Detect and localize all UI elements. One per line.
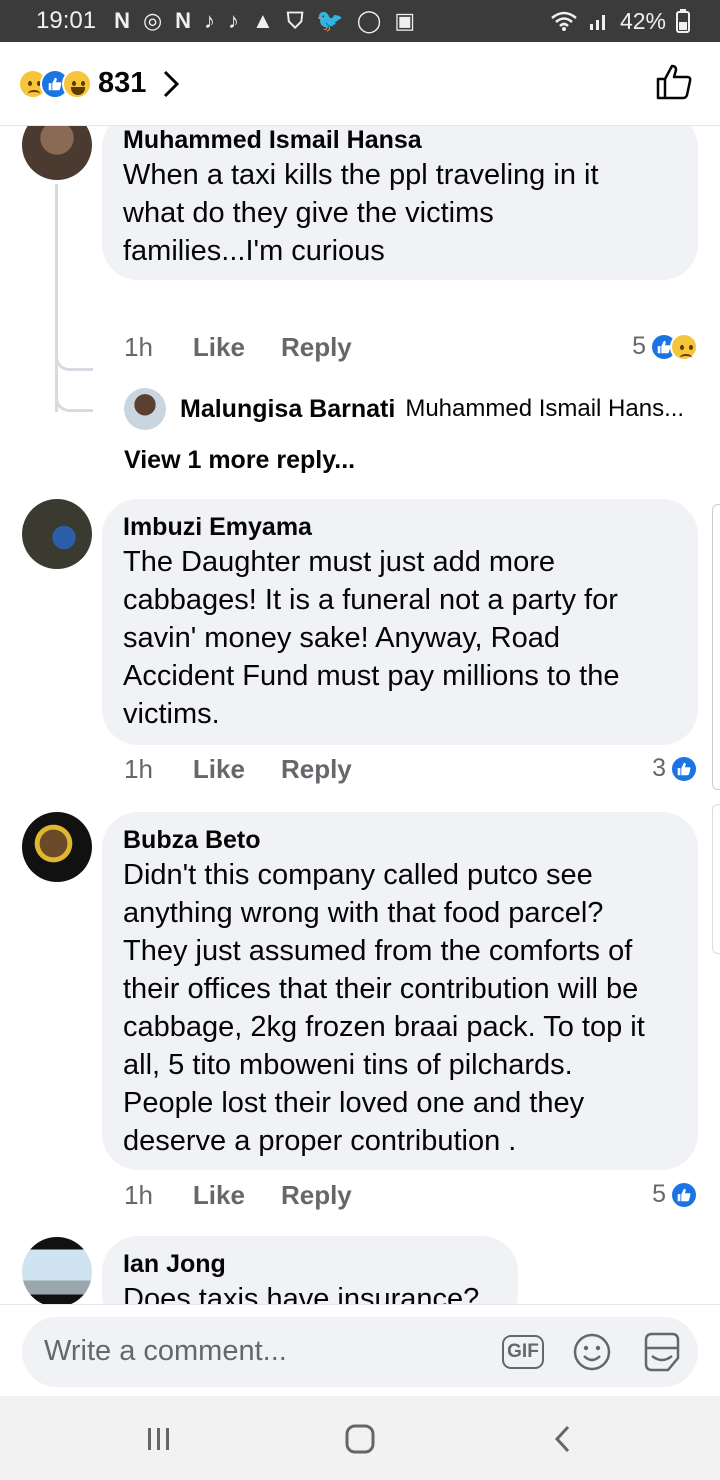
comment-placeholder: Write a comment... (44, 1335, 287, 1367)
back-icon[interactable] (546, 1422, 580, 1456)
signal-icon (589, 15, 605, 30)
like-emoji-icon (670, 1180, 698, 1209)
scrollbar[interactable] (712, 804, 720, 954)
comment-text-line: Does taxis have insurance? (123, 1283, 480, 1304)
avatar[interactable] (124, 388, 166, 430)
status-right: 42% (550, 8, 690, 35)
avatar[interactable] (22, 499, 92, 569)
comment-bubble[interactable]: Ian Jong Does taxis have insurance? (102, 1236, 518, 1304)
comment-text-line: People lost their loved one and they (123, 1087, 585, 1119)
status-bar: 19:01 N ◎ N ♪ ♪ ▲ ⛉ 🐦 ◯ ▣ 42% (0, 0, 720, 42)
notification-icon: ◯ (356, 8, 383, 33)
comment-text-line: their offices that their contribution wi… (123, 973, 639, 1005)
reaction-count: 5 (652, 1180, 666, 1208)
comment-composer: Write a comment... GIF (0, 1304, 720, 1396)
comment-actions: 1h Like Reply (124, 332, 352, 363)
comment-author[interactable]: Bubza Beto (123, 824, 676, 856)
reactions-header[interactable]: 831 (0, 42, 720, 126)
wifi-icon (551, 11, 577, 31)
comment-reactions[interactable]: 5 (632, 332, 698, 361)
reaction-icons (18, 68, 92, 99)
comment-text-line: victims. (123, 698, 220, 730)
reply-author[interactable]: Malungisa Barnati (180, 395, 395, 424)
thread-branch (55, 376, 93, 412)
comment-author[interactable]: Muhammed Ismail Hansa (123, 126, 676, 156)
like-outline-icon[interactable] (654, 62, 694, 102)
comment-text-line: cabbages! It is a funeral not a party fo… (123, 584, 618, 616)
notification-icon: N (175, 8, 193, 33)
reaction-count: 5 (632, 332, 646, 360)
comment-author[interactable]: Imbuzi Emyama (123, 511, 676, 543)
reply-text: Muhammed Ismail Hans... (405, 395, 685, 422)
comment-time: 1h (124, 754, 153, 784)
haha-emoji-icon (62, 68, 92, 99)
like-button[interactable]: Like (193, 754, 245, 785)
comment-text-line: all, 5 tito mboweni tins of pilchards. (123, 1049, 573, 1081)
comment-input[interactable]: Write a comment... GIF (22, 1317, 698, 1387)
notification-icon: ♪ (204, 8, 217, 33)
comment-text-line: The Daughter must just add more (123, 546, 555, 578)
like-button[interactable]: Like (193, 1180, 245, 1211)
reply-button[interactable]: Reply (281, 754, 352, 785)
avatar[interactable] (22, 812, 92, 882)
comment-bubble[interactable]: Imbuzi Emyama The Daughter must just add… (102, 499, 698, 745)
chevron-right-icon[interactable] (160, 69, 182, 99)
emoji-icon[interactable] (572, 1332, 612, 1372)
comment-text-line: savin' money sake! Anyway, Road (123, 622, 560, 654)
notification-icon: ⛉ (286, 8, 305, 33)
comment-text-line: what do they give the victims (123, 197, 494, 229)
reply-button[interactable]: Reply (281, 332, 352, 363)
scrollbar[interactable] (712, 504, 720, 790)
reaction-count: 831 (98, 67, 147, 99)
comment-reactions[interactable]: 3 (652, 754, 698, 783)
comment-time: 1h (124, 332, 153, 362)
notification-icon: ♪ (228, 8, 241, 33)
notification-icons: N ◎ N ♪ ♪ ▲ ⛉ 🐦 ◯ ▣ (114, 8, 416, 34)
comment-text-line: When a taxi kills the ppl traveling in i… (123, 159, 599, 191)
sticker-icon[interactable] (640, 1330, 684, 1374)
view-more-replies[interactable]: View 1 more reply... (124, 446, 355, 475)
recent-apps-icon[interactable] (142, 1422, 176, 1456)
comment-text-line: They just assumed from the comforts of (123, 935, 633, 967)
like-button[interactable]: Like (193, 332, 245, 363)
comment-text-line: cabbage, 2kg frozen braai pack. To top i… (123, 1011, 645, 1043)
home-icon[interactable] (343, 1422, 377, 1456)
comment-actions: 1h Like Reply (124, 1180, 352, 1211)
comment-text-line: Accident Fund must pay millions to the (123, 660, 620, 692)
battery-icon (676, 9, 690, 33)
comment-actions: 1h Like Reply (124, 754, 352, 785)
notification-icon: ▲ (252, 8, 275, 33)
battery-percent: 42% (619, 7, 666, 34)
reaction-count: 3 (652, 754, 666, 782)
reply-button[interactable]: Reply (281, 1180, 352, 1211)
comment-text-line: deserve a proper contribution . (123, 1125, 517, 1157)
notification-icon: ◎ (142, 8, 164, 33)
comment-text-line: Didn't this company called putco see (123, 859, 593, 891)
notification-icon: N (114, 8, 131, 33)
sad-emoji-icon (670, 332, 698, 361)
status-time: 19:01 (36, 7, 97, 34)
like-emoji-icon (670, 754, 698, 783)
comment-thread: Muhammed Ismail Hansa When a taxi kills … (0, 126, 720, 1304)
avatar[interactable] (22, 126, 92, 180)
thread-branch (55, 331, 93, 371)
comment-time: 1h (124, 1180, 153, 1210)
avatar[interactable] (22, 1237, 92, 1304)
comment-author[interactable]: Ian Jong (123, 1248, 496, 1280)
comments-sheet: 831 Muhammed Ismail Hansa When a taxi ki… (0, 42, 720, 1396)
notification-icon: 🐦 (316, 8, 345, 33)
reply-preview[interactable]: Malungisa Barnati Muhammed Ismail Hans..… (124, 388, 684, 430)
comment-bubble[interactable]: Bubza Beto Didn't this company called pu… (102, 812, 698, 1170)
notification-icon: ▣ (394, 8, 417, 33)
comment-text-line: families...I'm curious (123, 235, 385, 267)
android-nav-bar (0, 1396, 720, 1480)
comment-text-line: anything wrong with that food parcel? (123, 897, 604, 929)
comment-reactions[interactable]: 5 (652, 1180, 698, 1209)
comment-bubble[interactable]: Muhammed Ismail Hansa When a taxi kills … (102, 126, 698, 280)
gif-button[interactable]: GIF (502, 1335, 544, 1369)
